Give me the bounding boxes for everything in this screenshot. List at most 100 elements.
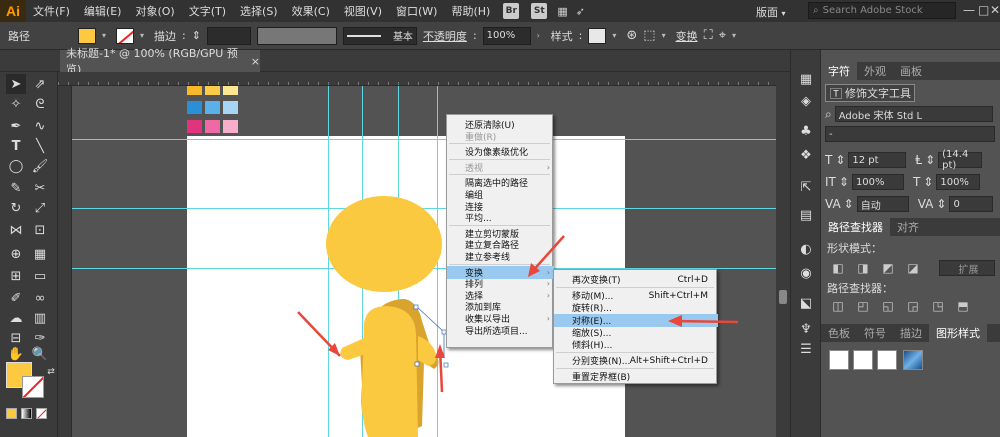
perspective-grid-icon[interactable]: ▦: [30, 244, 50, 264]
menu-item[interactable]: 透视 ›: [447, 161, 554, 174]
minus-front-icon[interactable]: ◨: [852, 260, 874, 276]
transparency-icon[interactable]: ◐: [797, 240, 815, 258]
tab-appearance[interactable]: 外观: [857, 62, 893, 80]
crop-icon[interactable]: ◲: [902, 298, 924, 314]
chevron-down-icon[interactable]: ▾: [140, 31, 148, 40]
stepper-icon[interactable]: ⇕: [835, 153, 845, 167]
expand-button[interactable]: 扩展: [939, 260, 995, 276]
workspace-grid-icon[interactable]: ▦: [557, 5, 567, 18]
menu-item[interactable]: 再次变换(T) Ctrl+D: [554, 273, 718, 287]
chevron-down-icon[interactable]: ▾: [612, 31, 620, 40]
menu-item[interactable]: 对象(O): [128, 3, 181, 19]
menu-item[interactable]: 效果(C): [285, 3, 337, 19]
image-trace-icon[interactable]: ⬕: [797, 294, 815, 312]
direct-selection-tool-icon[interactable]: ⇗: [30, 74, 50, 94]
stroke-weight-field[interactable]: [206, 26, 251, 45]
brush-definition[interactable]: 基本: [342, 26, 417, 45]
kerning-field[interactable]: 自动: [856, 196, 909, 212]
scroll-thumb[interactable]: [779, 290, 787, 304]
tracking-field[interactable]: 0: [949, 196, 994, 212]
graphic-style-default[interactable]: [829, 350, 849, 370]
merge-icon[interactable]: ◱: [877, 298, 899, 314]
color-guide-icon[interactable]: ◈: [797, 92, 815, 110]
menu-item[interactable]: 导出所选项目...: [447, 324, 554, 337]
close-tab-icon[interactable]: ×: [251, 55, 260, 68]
menu-item[interactable]: 文字(T): [182, 3, 233, 19]
rotate-tool-icon[interactable]: ↻: [6, 198, 26, 218]
stepper-icon[interactable]: ⇕: [844, 197, 854, 211]
font-family-field[interactable]: Adobe 宋体 Std L: [834, 106, 993, 122]
font-size-field[interactable]: 12 pt: [848, 152, 907, 168]
chevron-down-icon[interactable]: ▾: [102, 31, 110, 40]
maximize-icon[interactable]: □: [978, 3, 989, 17]
divide-icon[interactable]: ◫: [827, 298, 849, 314]
stepper-icon[interactable]: ⇕: [936, 197, 946, 211]
menu-item[interactable]: 选择(S): [233, 3, 285, 19]
workspace-switcher[interactable]: 版面: [756, 6, 778, 19]
exclude-icon[interactable]: ◪: [902, 260, 924, 276]
opacity-field[interactable]: 100%: [482, 26, 531, 45]
horizontal-ruler[interactable]: [58, 72, 776, 86]
anchor-point[interactable]: [414, 361, 420, 367]
bridge-button[interactable]: Br: [503, 3, 520, 19]
menu-item[interactable]: 对称(E)...: [554, 313, 718, 327]
intersect-icon[interactable]: ◩: [877, 260, 899, 276]
menu-item[interactable]: 移动(M)... Shift+Ctrl+M: [554, 289, 718, 303]
hand-tool-icon[interactable]: ✋: [6, 344, 26, 364]
chevron-down-icon[interactable]: ▾: [732, 31, 740, 40]
eyedropper-icon[interactable]: ✐: [6, 288, 26, 308]
stepper-icon[interactable]: ⇕: [923, 175, 933, 189]
type-tool-icon[interactable]: T: [6, 136, 26, 156]
paintbrush-icon[interactable]: 🖌: [30, 156, 50, 176]
transform-link[interactable]: 变换: [676, 28, 698, 44]
width-tool-icon[interactable]: ⋈: [6, 220, 26, 240]
tab-character[interactable]: 字符: [821, 62, 857, 80]
menu-item[interactable]: 缩放(S)...: [554, 326, 718, 339]
canvas[interactable]: [72, 86, 776, 437]
lasso-icon[interactable]: ᘓ: [30, 94, 50, 114]
stepper-icon[interactable]: ⇕: [192, 29, 201, 42]
menu-item[interactable]: 重做(R): [447, 130, 554, 143]
isolate-icon[interactable]: ⛶: [704, 28, 713, 43]
menu-item[interactable]: 倾斜(H)...: [554, 338, 718, 351]
anchor-point[interactable]: [443, 362, 449, 368]
tab-pathfinder[interactable]: 路径查找器: [821, 218, 890, 236]
menu-item[interactable]: 重置定界框(B): [554, 370, 718, 383]
layers-icon[interactable]: ☰: [797, 340, 815, 358]
cartoon-figure[interactable]: [72, 86, 776, 437]
color-palette-icon[interactable]: ▦: [797, 70, 815, 88]
menu-item[interactable]: 编辑(E): [77, 3, 129, 19]
tab-align[interactable]: 对齐: [890, 218, 926, 236]
symbol-icon[interactable]: ⌖: [719, 28, 726, 43]
vertical-scrollbar[interactable]: [776, 72, 790, 437]
menu-item[interactable]: 设为像素级优化: [447, 145, 554, 158]
unite-icon[interactable]: ◧: [827, 260, 849, 276]
appearance-icon[interactable]: ◉: [797, 264, 815, 282]
touch-type-button[interactable]: 🅃 修饰文字工具: [825, 84, 915, 102]
minus-back-icon[interactable]: ⬒: [952, 298, 974, 314]
outline-icon[interactable]: ◳: [927, 298, 949, 314]
opacity-label[interactable]: 不透明度: [423, 28, 467, 44]
gradient-panel-icon[interactable]: ▤: [797, 206, 815, 224]
tab-graphic-styles[interactable]: 图形样式: [929, 324, 987, 342]
stepper-icon[interactable]: ⇕: [925, 153, 935, 167]
menu-item[interactable]: 分别变换(N)... Alt+Shift+Ctrl+D: [554, 354, 718, 368]
align-to-icon[interactable]: ⬚: [643, 28, 655, 43]
none-mode-icon[interactable]: [36, 408, 47, 419]
blend-tool-icon[interactable]: ∞: [30, 288, 50, 308]
magic-wand-icon[interactable]: ✧: [6, 94, 26, 114]
tab-symbols[interactable]: 符号: [857, 324, 893, 342]
zoom-tool-icon[interactable]: 🔍: [30, 344, 50, 364]
menu-item[interactable]: 建立参考线: [447, 250, 554, 263]
font-style-field[interactable]: -: [825, 126, 995, 142]
anchor-point[interactable]: [413, 304, 419, 310]
chevron-right-icon[interactable]: ›: [537, 31, 545, 40]
stock-search-input[interactable]: ⌕ Search Adobe Stock: [808, 2, 956, 19]
menu-item[interactable]: 文件(F): [26, 3, 77, 19]
symbol-sprayer-icon[interactable]: ☁: [6, 308, 26, 328]
gpu-rocket-icon[interactable]: ➶: [576, 5, 585, 18]
menu-item[interactable]: 平均...: [447, 211, 554, 224]
export-icon[interactable]: ⇱: [797, 178, 815, 196]
variable-width-profile[interactable]: [256, 26, 337, 45]
menu-item[interactable]: 帮助(H): [444, 3, 497, 19]
